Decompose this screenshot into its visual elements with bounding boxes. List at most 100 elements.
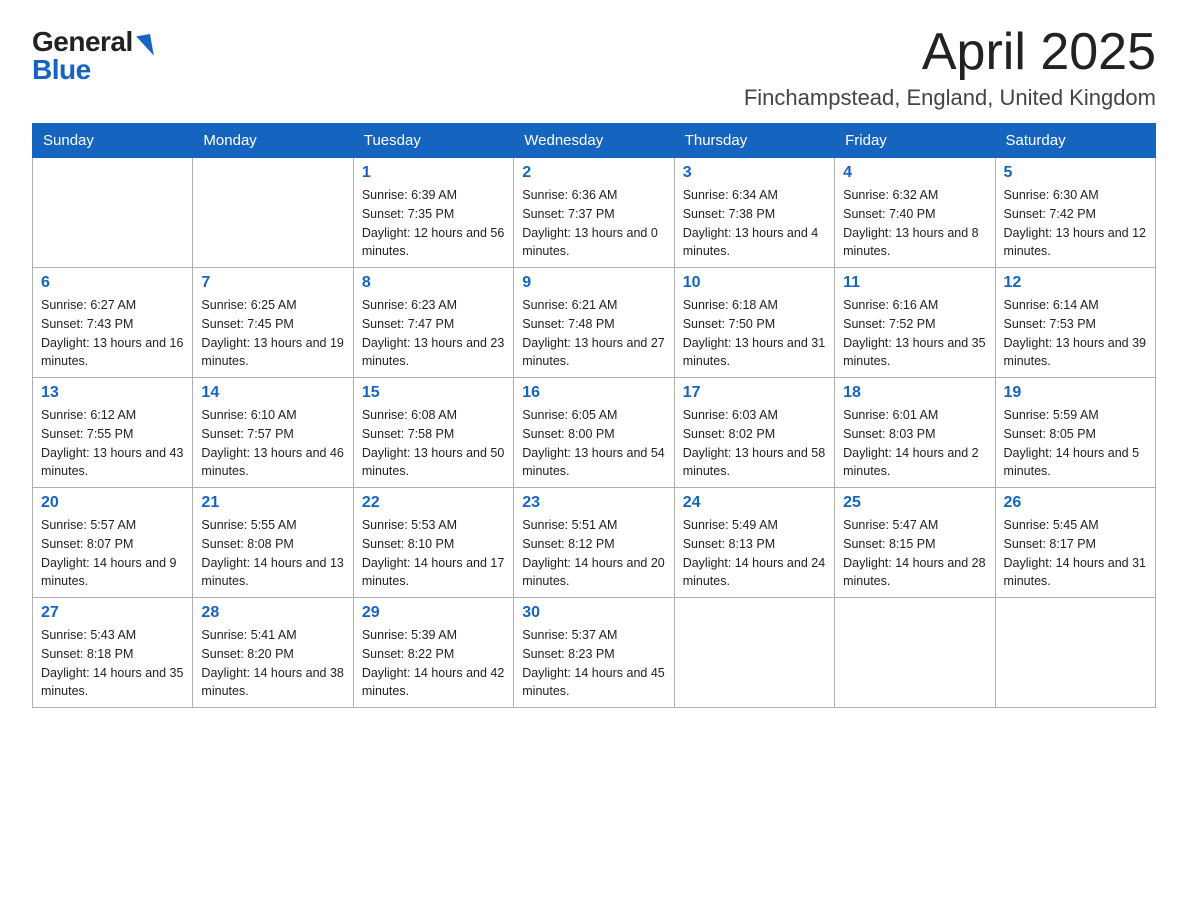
day-info: Sunrise: 6:05 AMSunset: 8:00 PMDaylight:… bbox=[522, 406, 665, 481]
day-info: Sunrise: 6:16 AMSunset: 7:52 PMDaylight:… bbox=[843, 296, 986, 371]
logo-general-text: General bbox=[32, 28, 133, 56]
day-number: 3 bbox=[683, 164, 826, 182]
day-number: 25 bbox=[843, 494, 986, 512]
day-number: 4 bbox=[843, 164, 986, 182]
weekday-header-row: SundayMondayTuesdayWednesdayThursdayFrid… bbox=[33, 124, 1156, 158]
location-subtitle: Finchampstead, England, United Kingdom bbox=[744, 85, 1156, 111]
weekday-header-thursday: Thursday bbox=[674, 124, 834, 158]
day-info: Sunrise: 5:45 AMSunset: 8:17 PMDaylight:… bbox=[1004, 516, 1147, 591]
day-cell-14: 14 Sunrise: 6:10 AMSunset: 7:57 PMDayligh… bbox=[193, 378, 353, 488]
logo-blue-text: Blue bbox=[32, 56, 91, 84]
empty-cell bbox=[193, 158, 353, 268]
week-row-4: 20 Sunrise: 5:57 AMSunset: 8:07 PMDayligh… bbox=[33, 488, 1156, 598]
day-cell-19: 19 Sunrise: 5:59 AMSunset: 8:05 PMDayligh… bbox=[995, 378, 1155, 488]
empty-cell bbox=[835, 598, 995, 708]
day-cell-21: 21Sunrise: 5:55 AMSunset: 8:08 PMDayligh… bbox=[193, 488, 353, 598]
day-number: 18 bbox=[843, 384, 986, 402]
day-number: 6 bbox=[41, 274, 184, 292]
day-info: Sunrise: 6:34 AMSunset: 7:38 PMDaylight:… bbox=[683, 186, 826, 261]
week-row-3: 13 Sunrise: 6:12 AMSunset: 7:55 PMDayligh… bbox=[33, 378, 1156, 488]
day-info: Sunrise: 6:18 AMSunset: 7:50 PMDaylight:… bbox=[683, 296, 826, 371]
day-info: Sunrise: 6:14 AMSunset: 7:53 PMDaylight:… bbox=[1004, 296, 1147, 371]
day-cell-23: 23Sunrise: 5:51 AMSunset: 8:12 PMDayligh… bbox=[514, 488, 674, 598]
day-cell-30: 30Sunrise: 5:37 AMSunset: 8:23 PMDayligh… bbox=[514, 598, 674, 708]
day-info: Sunrise: 6:08 AMSunset: 7:58 PMDaylight:… bbox=[362, 406, 505, 481]
week-row-2: 6 Sunrise: 6:27 AMSunset: 7:43 PMDaylight… bbox=[33, 268, 1156, 378]
day-cell-27: 27 Sunrise: 5:43 AMSunset: 8:18 PMDayligh… bbox=[33, 598, 193, 708]
day-number: 9 bbox=[522, 274, 665, 292]
day-number: 26 bbox=[1004, 494, 1147, 512]
day-info: Sunrise: 5:57 AMSunset: 8:07 PMDaylight:… bbox=[41, 516, 184, 591]
day-cell-11: 11 Sunrise: 6:16 AMSunset: 7:52 PMDayligh… bbox=[835, 268, 995, 378]
logo: General Blue bbox=[32, 24, 152, 84]
weekday-header-saturday: Saturday bbox=[995, 124, 1155, 158]
day-number: 20 bbox=[41, 494, 184, 512]
day-number: 15 bbox=[362, 384, 505, 402]
day-info: Sunrise: 5:55 AMSunset: 8:08 PMDaylight:… bbox=[201, 516, 344, 591]
day-info: Sunrise: 5:53 AMSunset: 8:10 PMDaylight:… bbox=[362, 516, 505, 591]
week-row-5: 27 Sunrise: 5:43 AMSunset: 8:18 PMDayligh… bbox=[33, 598, 1156, 708]
day-info: Sunrise: 6:25 AMSunset: 7:45 PMDaylight:… bbox=[201, 296, 344, 371]
day-info: Sunrise: 5:43 AMSunset: 8:18 PMDaylight:… bbox=[41, 626, 184, 701]
weekday-header-tuesday: Tuesday bbox=[353, 124, 513, 158]
day-cell-29: 29 Sunrise: 5:39 AMSunset: 8:22 PMDayligh… bbox=[353, 598, 513, 708]
day-number: 28 bbox=[201, 604, 344, 622]
day-cell-9: 9Sunrise: 6:21 AMSunset: 7:48 PMDaylight… bbox=[514, 268, 674, 378]
day-cell-28: 28Sunrise: 5:41 AMSunset: 8:20 PMDayligh… bbox=[193, 598, 353, 708]
day-number: 11 bbox=[843, 274, 986, 292]
logo-triangle-icon bbox=[136, 34, 154, 58]
day-cell-3: 3 Sunrise: 6:34 AMSunset: 7:38 PMDaylight… bbox=[674, 158, 834, 268]
empty-cell bbox=[33, 158, 193, 268]
day-cell-7: 7 Sunrise: 6:25 AMSunset: 7:45 PMDaylight… bbox=[193, 268, 353, 378]
weekday-header-friday: Friday bbox=[835, 124, 995, 158]
day-info: Sunrise: 6:23 AMSunset: 7:47 PMDaylight:… bbox=[362, 296, 505, 371]
day-cell-22: 22Sunrise: 5:53 AMSunset: 8:10 PMDayligh… bbox=[353, 488, 513, 598]
day-info: Sunrise: 5:47 AMSunset: 8:15 PMDaylight:… bbox=[843, 516, 986, 591]
day-info: Sunrise: 5:49 AMSunset: 8:13 PMDaylight:… bbox=[683, 516, 826, 591]
day-cell-24: 24Sunrise: 5:49 AMSunset: 8:13 PMDayligh… bbox=[674, 488, 834, 598]
day-info: Sunrise: 5:59 AMSunset: 8:05 PMDaylight:… bbox=[1004, 406, 1147, 481]
title-block: April 2025 Finchampstead, England, Unite… bbox=[744, 24, 1156, 111]
empty-cell bbox=[995, 598, 1155, 708]
day-number: 5 bbox=[1004, 164, 1147, 182]
day-info: Sunrise: 6:32 AMSunset: 7:40 PMDaylight:… bbox=[843, 186, 986, 261]
week-row-1: 1 Sunrise: 6:39 AMSunset: 7:35 PMDaylight… bbox=[33, 158, 1156, 268]
day-number: 8 bbox=[362, 274, 505, 292]
day-number: 14 bbox=[201, 384, 344, 402]
day-number: 13 bbox=[41, 384, 184, 402]
day-info: Sunrise: 6:12 AMSunset: 7:55 PMDaylight:… bbox=[41, 406, 184, 481]
day-number: 7 bbox=[201, 274, 344, 292]
day-cell-25: 25 Sunrise: 5:47 AMSunset: 8:15 PMDayligh… bbox=[835, 488, 995, 598]
day-number: 19 bbox=[1004, 384, 1147, 402]
day-cell-16: 16 Sunrise: 6:05 AMSunset: 8:00 PMDayligh… bbox=[514, 378, 674, 488]
day-number: 17 bbox=[683, 384, 826, 402]
day-cell-18: 18 Sunrise: 6:01 AMSunset: 8:03 PMDayligh… bbox=[835, 378, 995, 488]
day-cell-1: 1 Sunrise: 6:39 AMSunset: 7:35 PMDaylight… bbox=[353, 158, 513, 268]
weekday-header-monday: Monday bbox=[193, 124, 353, 158]
day-info: Sunrise: 6:03 AMSunset: 8:02 PMDaylight:… bbox=[683, 406, 826, 481]
day-info: Sunrise: 6:10 AMSunset: 7:57 PMDaylight:… bbox=[201, 406, 344, 481]
day-cell-10: 10 Sunrise: 6:18 AMSunset: 7:50 PMDayligh… bbox=[674, 268, 834, 378]
day-number: 10 bbox=[683, 274, 826, 292]
month-year-title: April 2025 bbox=[744, 24, 1156, 81]
day-cell-17: 17 Sunrise: 6:03 AMSunset: 8:02 PMDayligh… bbox=[674, 378, 834, 488]
day-cell-2: 2Sunrise: 6:36 AMSunset: 7:37 PMDaylight… bbox=[514, 158, 674, 268]
day-number: 2 bbox=[522, 164, 665, 182]
weekday-header-wednesday: Wednesday bbox=[514, 124, 674, 158]
calendar-table: SundayMondayTuesdayWednesdayThursdayFrid… bbox=[32, 123, 1156, 708]
day-number: 29 bbox=[362, 604, 505, 622]
day-info: Sunrise: 6:39 AMSunset: 7:35 PMDaylight:… bbox=[362, 186, 505, 261]
day-cell-4: 4 Sunrise: 6:32 AMSunset: 7:40 PMDaylight… bbox=[835, 158, 995, 268]
day-cell-5: 5 Sunrise: 6:30 AMSunset: 7:42 PMDaylight… bbox=[995, 158, 1155, 268]
day-number: 1 bbox=[362, 164, 505, 182]
page-header: General Blue April 2025 Finchampstead, E… bbox=[32, 24, 1156, 111]
empty-cell bbox=[674, 598, 834, 708]
day-info: Sunrise: 6:27 AMSunset: 7:43 PMDaylight:… bbox=[41, 296, 184, 371]
day-number: 16 bbox=[522, 384, 665, 402]
day-info: Sunrise: 6:01 AMSunset: 8:03 PMDaylight:… bbox=[843, 406, 986, 481]
weekday-header-sunday: Sunday bbox=[33, 124, 193, 158]
day-number: 27 bbox=[41, 604, 184, 622]
day-info: Sunrise: 5:39 AMSunset: 8:22 PMDaylight:… bbox=[362, 626, 505, 701]
day-info: Sunrise: 6:30 AMSunset: 7:42 PMDaylight:… bbox=[1004, 186, 1147, 261]
day-number: 30 bbox=[522, 604, 665, 622]
